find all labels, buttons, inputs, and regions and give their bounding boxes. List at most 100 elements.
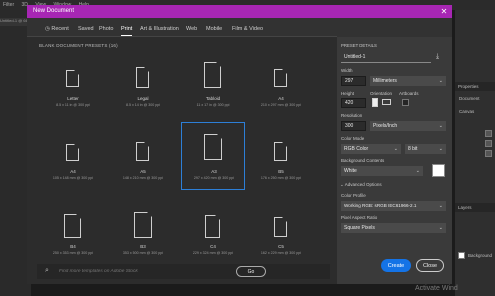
properties-panel-tabs[interactable]: Properties xyxy=(455,82,495,91)
preset-name: Letter xyxy=(67,96,79,101)
artboards-checkbox[interactable] xyxy=(402,99,409,106)
dialog-titlebar[interactable]: New Document ✕ xyxy=(27,5,452,18)
go-button[interactable]: Go xyxy=(236,266,266,277)
preset-card[interactable]: B4 250 x 353 mm @ 300 ppi xyxy=(41,201,105,269)
document-icon xyxy=(66,69,80,87)
search-icon: ⌕ xyxy=(45,267,49,274)
tab-print[interactable]: Print xyxy=(121,22,133,36)
new-document-dialog: New Document ✕ ◷ Recent Saved Photo Prin… xyxy=(27,5,452,284)
layers-panel-tabs[interactable]: Layers xyxy=(455,203,495,212)
document-icon xyxy=(274,216,288,237)
tab-recent[interactable]: ◷ Recent xyxy=(45,22,69,36)
preset-size: 229 x 324 mm @ 300 ppi xyxy=(192,251,234,255)
background-contents-value: White xyxy=(344,168,357,174)
chevron-down-icon: ⌄ xyxy=(438,78,443,84)
document-icon xyxy=(64,213,82,238)
dialog-body: ◷ Recent Saved Photo Print Art & Illustr… xyxy=(27,18,452,284)
preset-details-pane: PRESET DETAILS Untitled-1 ⤓ Width 297 Mi… xyxy=(337,37,452,284)
background-contents-select[interactable]: White ⌄ xyxy=(341,166,423,176)
tab-mobile[interactable]: Mobile xyxy=(206,22,222,36)
width-unit-select[interactable]: Millimeters ⌄ xyxy=(370,76,446,86)
tab-web[interactable]: Web xyxy=(186,22,197,36)
tab-recent-label: Recent xyxy=(51,26,69,32)
height-label: Height xyxy=(341,91,355,96)
color-mode-select[interactable]: RGB Color ⌄ xyxy=(341,144,401,154)
pixel-aspect-ratio-select[interactable]: Square Pixels ⌄ xyxy=(341,223,446,233)
preset-card[interactable]: Legal 8.5 x 14 in @ 300 ppi xyxy=(111,52,175,120)
preset-name: B5 xyxy=(278,169,284,174)
document-icon xyxy=(204,61,222,88)
preset-card[interactable]: C4 229 x 324 mm @ 300 ppi xyxy=(181,201,245,269)
pixel-aspect-ratio-label: Pixel Aspect Ratio xyxy=(341,215,378,220)
chevron-down-icon: ⌄ xyxy=(438,146,443,152)
advanced-options-label: Advanced Options xyxy=(344,182,382,187)
canvas-label: Canvas xyxy=(459,109,475,114)
layer-name[interactable]: Background xyxy=(468,253,492,258)
stock-search-bar: ⌕ Go xyxy=(37,264,330,279)
document-icon xyxy=(205,214,221,238)
preset-size: 8.5 x 11 in @ 300 ppi xyxy=(56,103,90,107)
save-preset-icon[interactable]: ⤓ xyxy=(436,53,439,61)
background-color-swatch[interactable] xyxy=(432,164,445,177)
chevron-down-icon: ⌄ xyxy=(340,182,344,187)
preset-card[interactable]: A4 105 x 148 mm @ 300 ppi xyxy=(41,126,105,194)
landscape-orientation-icon[interactable] xyxy=(382,99,391,105)
tab-film-video[interactable]: Film & Video xyxy=(232,22,263,36)
preset-card[interactable]: A5 148 x 210 mm @ 300 ppi xyxy=(111,126,175,194)
preset-card[interactable]: Letter 8.5 x 11 in @ 300 ppi xyxy=(41,52,105,120)
color-mode-label: Color Mode xyxy=(341,136,365,141)
chevron-down-icon: ⌄ xyxy=(438,123,443,129)
chevron-down-icon: ⌄ xyxy=(438,225,443,231)
preset-size: 162 x 229 mm @ 300 ppi xyxy=(260,251,302,255)
preset-size: 148 x 210 mm @ 300 ppi xyxy=(122,176,164,180)
tab-photo[interactable]: Photo xyxy=(99,22,113,36)
color-profile-label: Color Profile xyxy=(341,193,366,198)
preset-size: 176 x 250 mm @ 300 ppi xyxy=(260,176,302,180)
resolution-input[interactable]: 300 xyxy=(341,121,366,131)
document-icon xyxy=(274,68,288,87)
panel-swatch xyxy=(485,150,492,157)
preset-card[interactable]: B5 176 x 250 mm @ 300 ppi xyxy=(249,126,313,194)
create-button[interactable]: Create xyxy=(381,259,411,272)
width-label: Width xyxy=(341,68,353,73)
preset-card[interactable]: C5 162 x 229 mm @ 300 ppi xyxy=(249,201,313,269)
preset-size: 353 x 500 mm @ 300 ppi xyxy=(122,251,164,255)
preset-size: 210 x 297 mm @ 300 ppi xyxy=(260,103,302,107)
menu-filter[interactable]: Filter xyxy=(3,2,14,8)
preset-card[interactable]: B3 353 x 500 mm @ 300 ppi xyxy=(111,201,175,269)
height-input[interactable]: 420 xyxy=(341,98,366,108)
document-name-field[interactable]: Untitled-1 xyxy=(341,53,431,63)
preset-name: C5 xyxy=(278,244,284,249)
artboards-label: Artboards xyxy=(399,91,419,96)
resolution-unit-select[interactable]: Pixels/Inch ⌄ xyxy=(370,121,446,131)
preset-name: B4 xyxy=(70,244,76,249)
color-profile-select[interactable]: Working RGB: sRGB IEC61966-2.1 ⌄ xyxy=(341,201,446,211)
close-button[interactable]: Close xyxy=(416,259,444,272)
width-input[interactable]: 297 xyxy=(341,76,366,86)
panel-swatch xyxy=(485,130,492,137)
portrait-orientation-icon[interactable] xyxy=(372,98,378,107)
bit-depth-value: 8 bit xyxy=(408,146,418,152)
preset-name: A4 xyxy=(70,169,76,174)
clock-icon: ◷ xyxy=(45,26,50,32)
preset-name: Legal xyxy=(137,96,149,101)
chevron-down-icon: ⌄ xyxy=(438,203,443,209)
preset-card[interactable]: A4 210 x 297 mm @ 300 ppi xyxy=(249,52,313,120)
layers-tab[interactable]: Layers xyxy=(458,205,472,210)
preset-size: 11 x 17 in @ 300 ppi xyxy=(196,103,230,107)
bit-depth-select[interactable]: 8 bit ⌄ xyxy=(405,144,446,154)
panel-swatch xyxy=(485,140,492,147)
document-label: Document xyxy=(459,96,480,101)
pixel-aspect-ratio-value: Square Pixels xyxy=(344,225,375,231)
tab-saved[interactable]: Saved xyxy=(78,22,94,36)
stock-search-input[interactable] xyxy=(59,266,249,277)
resolution-label: Resolution xyxy=(341,113,363,118)
activate-windows-watermark: Activate Wind xyxy=(415,285,458,292)
preset-card[interactable]: Tabloid 11 x 17 in @ 300 ppi xyxy=(181,52,245,120)
layer-thumbnail xyxy=(458,252,465,259)
close-icon[interactable]: ✕ xyxy=(438,6,450,17)
properties-tab[interactable]: Properties xyxy=(458,84,479,89)
tab-art-illustration[interactable]: Art & Illustration xyxy=(140,22,179,36)
advanced-options-toggle[interactable]: ⌄ Advanced Options xyxy=(340,182,382,188)
preset-card-selected[interactable]: A3 297 x 420 mm @ 300 ppi xyxy=(181,122,245,190)
